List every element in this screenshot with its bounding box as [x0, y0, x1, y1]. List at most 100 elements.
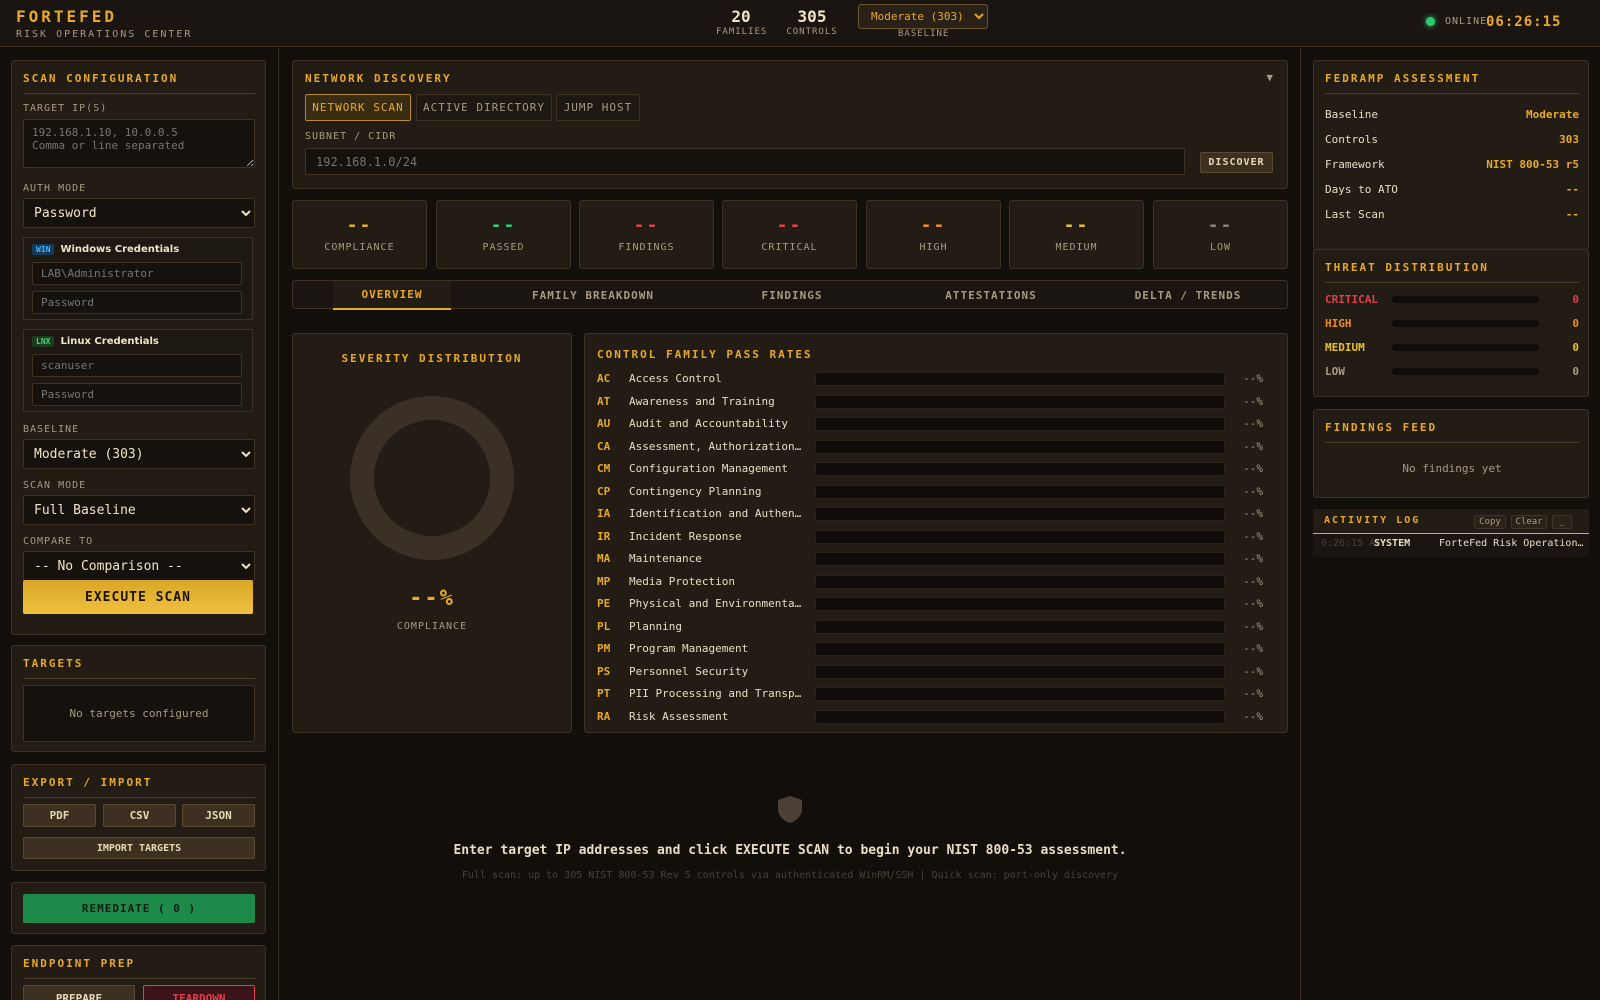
family-abbr: CA [597, 439, 611, 453]
threat-row-high: HIGH 0 [1325, 317, 1579, 331]
import-targets-button[interactable]: IMPORT TARGETS [23, 837, 255, 859]
kpi-value: -- [346, 215, 373, 236]
collapse-icon[interactable]: ▼ [1266, 71, 1273, 84]
kpi-low: -- LOW [1153, 200, 1288, 269]
kpi-label: HIGH [919, 242, 948, 253]
threat-bar [1392, 296, 1539, 303]
family-pass-bar [815, 597, 1225, 611]
severity-distribution-panel: SEVERITY DISTRIBUTION --% COMPLIANCE [292, 333, 572, 733]
severity-title: SEVERITY DISTRIBUTION [341, 352, 523, 365]
family-abbr: PT [597, 687, 611, 700]
family-row: AC Access Control --% [597, 371, 1277, 389]
kpi-findings: -- FINDINGS [579, 200, 714, 269]
threat-label: LOW [1325, 365, 1345, 378]
kpi-value: -- [776, 215, 803, 236]
export-pdf-button[interactable]: PDF [23, 804, 96, 827]
top-bar: FORTEFED RISK OPERATIONS CENTER 20 FAMIL… [0, 0, 1600, 47]
log-copy-button[interactable]: Copy [1474, 515, 1506, 529]
left-sidebar: SCAN CONFIGURATION TARGET IP(S) AUTH MOD… [0, 48, 279, 1000]
family-name: Risk Assessment [629, 709, 729, 723]
kpi-value: -- [490, 215, 517, 236]
fedramp-key: Last Scan [1325, 208, 1385, 221]
family-abbr: IR [597, 529, 611, 543]
export-csv-button[interactable]: CSV [103, 804, 176, 827]
threat-distribution-panel: THREAT DISTRIBUTION CRITICAL 0 HIGH 0 MEDIUM… [1313, 249, 1589, 397]
subnet-input[interactable] [305, 148, 1185, 175]
teardown-button[interactable]: TEARDOWN [143, 985, 255, 1000]
activity-log-panel: ACTIVITY LOG Copy Clear _ 6:26:15 AM SYS… [1313, 509, 1589, 557]
findings-feed-empty: No findings yet [1402, 462, 1502, 475]
log-minimize-button[interactable]: _ [1552, 515, 1572, 529]
status-text: ONLINE [1445, 16, 1488, 27]
shield-icon [778, 796, 802, 823]
kpi-label: CRITICAL [761, 242, 818, 253]
tab-active-directory[interactable]: ACTIVE DIRECTORY [416, 94, 552, 121]
family-pass-pct: --% [1243, 552, 1263, 565]
header-baseline-select[interactable]: Moderate (303) [858, 4, 988, 29]
discover-button[interactable]: DISCOVER [1200, 152, 1273, 173]
export-title: EXPORT / IMPORT [23, 776, 255, 798]
target-ips-input[interactable] [23, 119, 255, 168]
family-abbr: MA [597, 552, 611, 565]
remediate-button[interactable]: REMEDIATE ( 0 ) [23, 894, 255, 923]
family-pass-pct: --% [1243, 484, 1263, 498]
scan-mode-select[interactable]: Full Baseline [23, 495, 255, 525]
family-pass-bar [815, 439, 1225, 454]
tab-jump-host[interactable]: JUMP HOST [556, 94, 640, 121]
family-pass-pct: --% [1243, 439, 1263, 453]
export-json-button[interactable]: JSON [182, 804, 255, 827]
auth-mode-label: AUTH MODE [23, 183, 87, 194]
family-name: Incident Response [629, 529, 742, 543]
family-row: PT PII Processing and Transparency --% [597, 686, 1277, 704]
threat-label: MEDIUM [1325, 341, 1365, 354]
fedramp-title: FEDRAMP ASSESSMENT [1325, 72, 1579, 94]
threat-row-critical: CRITICAL 0 [1325, 293, 1579, 307]
threat-label: CRITICAL [1325, 293, 1378, 306]
family-pass-bar [815, 394, 1225, 409]
family-abbr: AC [597, 372, 611, 385]
tab-overview[interactable]: OVERVIEW [333, 281, 451, 310]
remediate-panel: REMEDIATE ( 0 ) [11, 882, 266, 934]
tab-findings[interactable]: FINDINGS [693, 281, 891, 310]
family-abbr: PE [597, 597, 611, 610]
family-row: RA Risk Assessment --% [597, 709, 1277, 727]
fedramp-value: NIST 800-53 r5 [1486, 158, 1579, 171]
family-name: Physical and Environmental Protection [629, 597, 804, 610]
family-name: Maintenance [629, 552, 702, 565]
family-pass-bar [815, 687, 1225, 701]
kpi-high: -- HIGH [866, 200, 1001, 269]
log-entry-time: 6:26:15 AM [1321, 538, 1379, 549]
linux-username-input[interactable] [32, 354, 242, 377]
baseline-select[interactable]: Moderate (303) [23, 439, 255, 469]
family-pass-rates-panel: CONTROL FAMILY PASS RATES AC Access Contr… [584, 333, 1288, 733]
auth-mode-select[interactable]: Password [23, 198, 255, 228]
kpi-value: -- [920, 215, 947, 236]
kpi-passed: -- PASSED [436, 200, 571, 269]
linux-password-input[interactable] [32, 383, 242, 406]
families-label: FAMILIES [716, 27, 768, 37]
execute-scan-button[interactable]: EXECUTE SCAN [23, 580, 253, 614]
windows-password-input[interactable] [32, 291, 242, 314]
tab-network-scan[interactable]: NETWORK SCAN [305, 94, 411, 121]
tab-delta-trends[interactable]: DELTA / TRENDS [1089, 281, 1287, 310]
tab-attestations[interactable]: ATTESTATIONS [891, 281, 1091, 310]
kpi-label: MEDIUM [1055, 242, 1098, 253]
windows-username-input[interactable] [32, 262, 242, 285]
fedramp-row: Last Scan -- [1325, 202, 1579, 227]
network-discovery-title: NETWORK DISCOVERY [305, 72, 452, 85]
log-clear-button[interactable]: Clear [1511, 515, 1547, 529]
targets-panel: TARGETS No targets configured [11, 645, 266, 752]
family-abbr: IA [597, 507, 611, 520]
family-name: PII Processing and Transparency [629, 687, 804, 700]
kpi-medium: -- MEDIUM [1009, 200, 1144, 269]
family-pass-pct: --% [1243, 574, 1263, 588]
threat-row-medium: MEDIUM 0 [1325, 341, 1579, 355]
family-pass-pct: --% [1243, 687, 1263, 700]
prepare-button[interactable]: PREPARE [23, 985, 135, 1000]
family-row: MP Media Protection --% [597, 574, 1277, 592]
compare-select[interactable]: -- No Comparison -- [23, 551, 255, 581]
fedramp-panel: FEDRAMP ASSESSMENT Baseline Moderate Contr… [1313, 60, 1589, 250]
tab-family-breakdown[interactable]: FAMILY BREAKDOWN [493, 281, 693, 310]
family-abbr: MP [597, 574, 611, 588]
main-tabs: OVERVIEW FAMILY BREAKDOWN FINDINGS ATTES… [292, 280, 1288, 310]
